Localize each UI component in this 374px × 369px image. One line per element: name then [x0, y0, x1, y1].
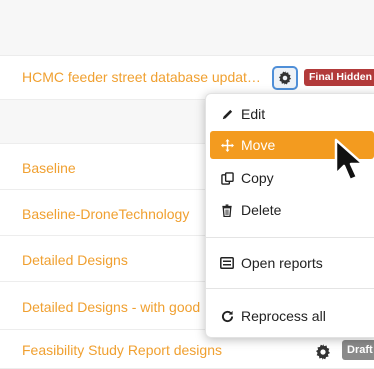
settings-button[interactable]: [272, 66, 298, 90]
menu-item-reprocess-all[interactable]: Reprocess all: [210, 302, 374, 330]
context-menu: Edit Move Copy Delete Open reports Repro…: [205, 93, 374, 338]
design-name-link[interactable]: Baseline-DroneTechnology: [22, 206, 202, 222]
gear-icon[interactable]: [315, 344, 331, 360]
design-name-link[interactable]: Baseline: [22, 160, 202, 176]
list-header: [0, 0, 374, 56]
menu-item-open-reports[interactable]: Open reports: [210, 249, 374, 277]
copy-icon: [220, 171, 234, 185]
refresh-icon: [220, 309, 234, 323]
gear-icon: [278, 71, 292, 85]
status-badge: Draft: [342, 340, 374, 360]
menu-divider: [206, 288, 374, 289]
report-icon: [220, 256, 234, 270]
trash-icon: [220, 203, 234, 217]
design-name-link[interactable]: Detailed Designs: [22, 252, 202, 268]
menu-item-label: Copy: [241, 170, 274, 186]
mouse-cursor: [334, 138, 365, 182]
menu-item-label: Open reports: [241, 255, 323, 271]
menu-item-delete[interactable]: Delete: [210, 196, 374, 224]
menu-item-label: Reprocess all: [241, 308, 326, 324]
move-icon: [220, 138, 234, 152]
design-name-link[interactable]: Detailed Designs - with good: [22, 299, 206, 315]
design-name-link[interactable]: Feasibility Study Report designs: [22, 342, 262, 358]
menu-item-edit[interactable]: Edit: [210, 100, 374, 128]
menu-item-label: Delete: [241, 202, 282, 218]
menu-item-label: Edit: [241, 106, 266, 122]
design-name-link[interactable]: HCMC feeder street database updat…: [22, 69, 272, 85]
menu-item-label: Move: [241, 137, 276, 153]
menu-divider: [206, 237, 374, 238]
status-badge: Final Hidden: [304, 69, 374, 86]
pencil-icon: [220, 107, 234, 121]
